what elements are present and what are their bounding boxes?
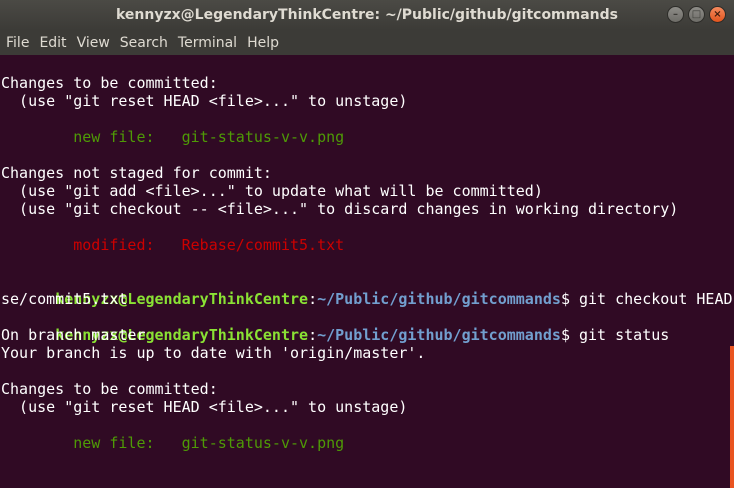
prompt-dollar: $ xyxy=(560,290,579,308)
output-line: (use "git checkout -- <file>..." to disc… xyxy=(1,200,679,218)
output-line: Changes not staged for commit: xyxy=(1,164,272,182)
staged-file-line: new file: git-status-v-v.png xyxy=(1,128,345,146)
prompt-colon: : xyxy=(308,326,318,344)
output-line: Changes to be committed: xyxy=(1,380,218,398)
prompt-line: kennyzx@LegendaryThinkCentre:~/Public/gi… xyxy=(1,308,669,344)
window-controls: – □ × xyxy=(667,6,726,23)
minimize-button[interactable]: – xyxy=(667,6,684,23)
output-line: (use "git add <file>..." to update what … xyxy=(1,182,543,200)
maximize-button[interactable]: □ xyxy=(688,6,705,23)
prompt-path: ~/Public/github/gitcommands xyxy=(317,326,561,344)
close-button[interactable]: × xyxy=(709,6,726,23)
command-text: git status xyxy=(579,326,670,344)
prompt-dollar: $ xyxy=(560,326,579,344)
title-bar[interactable]: kennyzx@LegendaryThinkCentre: ~/Public/g… xyxy=(0,0,734,30)
menu-file[interactable]: File xyxy=(1,35,34,51)
menu-terminal[interactable]: Terminal xyxy=(173,35,242,51)
output-line: On branch master xyxy=(1,326,146,344)
prompt-line[interactable]: kennyzx@LegendaryThinkCentre:~/Public/gi… xyxy=(1,470,589,488)
command-wrap-line: se/commit5.txt xyxy=(1,290,128,308)
output-line: (use "git reset HEAD <file>..." to unsta… xyxy=(1,398,408,416)
menu-edit[interactable]: Edit xyxy=(34,35,71,51)
menu-search[interactable]: Search xyxy=(115,35,173,51)
window-title: kennyzx@LegendaryThinkCentre: ~/Public/g… xyxy=(115,7,619,23)
prompt-path: ~/Public/github/gitcommands xyxy=(317,290,561,308)
menu-bar: File Edit View Search Terminal Help xyxy=(0,30,734,55)
menu-help[interactable]: Help xyxy=(242,35,284,51)
modified-file-line: modified: Rebase/commit5.txt xyxy=(1,236,345,254)
menu-view[interactable]: View xyxy=(72,35,115,51)
scrollbar[interactable] xyxy=(730,346,734,488)
output-line: Your branch is up to date with 'origin/m… xyxy=(1,344,426,362)
command-text: git checkout HEAD Reba xyxy=(579,290,733,308)
staged-file-line: new file: git-status-v-v.png xyxy=(1,434,345,452)
prompt-line: kennyzx@LegendaryThinkCentre:~/Public/gi… xyxy=(1,272,734,308)
terminal-output[interactable]: Changes to be committed: (use "git reset… xyxy=(0,55,734,488)
prompt-colon: : xyxy=(308,290,318,308)
terminal-window: kennyzx@LegendaryThinkCentre: ~/Public/g… xyxy=(0,0,734,488)
output-line: (use "git reset HEAD <file>..." to unsta… xyxy=(1,92,408,110)
output-line: Changes to be committed: xyxy=(1,74,218,92)
